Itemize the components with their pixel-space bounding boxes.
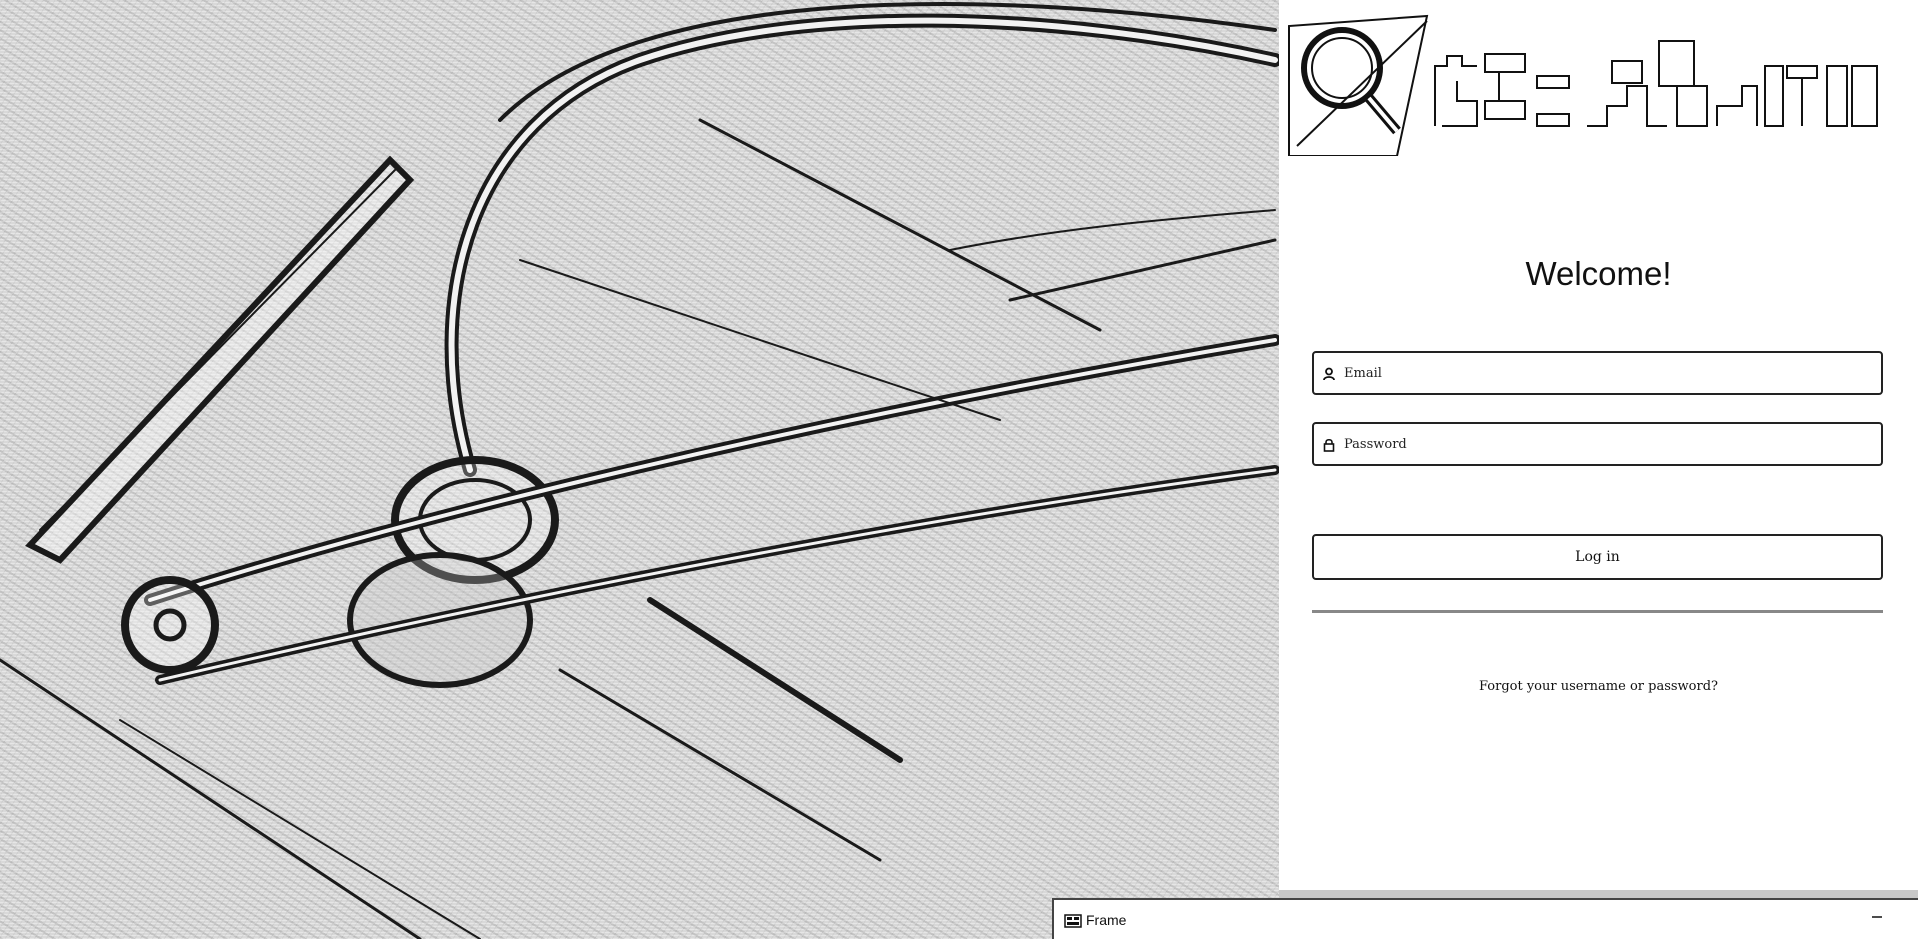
forgot-credentials-link[interactable]: Forgot your username or password?: [1279, 679, 1918, 694]
background-sketch-image: [0, 0, 1279, 939]
window-icon: [1064, 913, 1082, 928]
lock-icon: [1322, 437, 1336, 452]
login-panel: Welcome! Log in Forgot your username or: [1279, 0, 1918, 890]
login-screen: Welcome! Log in Forgot your username or: [0, 0, 1918, 939]
brand-logo-graphic: [1288, 14, 1878, 157]
user-icon: [1322, 366, 1336, 381]
minimize-icon[interactable]: [1870, 910, 1884, 924]
password-field[interactable]: [1312, 422, 1883, 466]
frame-window-titlebar[interactable]: Frame: [1052, 898, 1918, 939]
brand-logo: [1287, 6, 1887, 157]
divider: [1312, 610, 1883, 613]
email-field[interactable]: [1312, 351, 1883, 395]
frame-window-title: Frame: [1086, 911, 1127, 928]
welcome-heading: Welcome!: [1525, 255, 1672, 292]
login-button[interactable]: Log in: [1312, 534, 1883, 580]
stethoscope-sketch: [0, 1, 1279, 939]
email-input[interactable]: [1344, 365, 1864, 381]
password-input[interactable]: [1344, 436, 1864, 452]
